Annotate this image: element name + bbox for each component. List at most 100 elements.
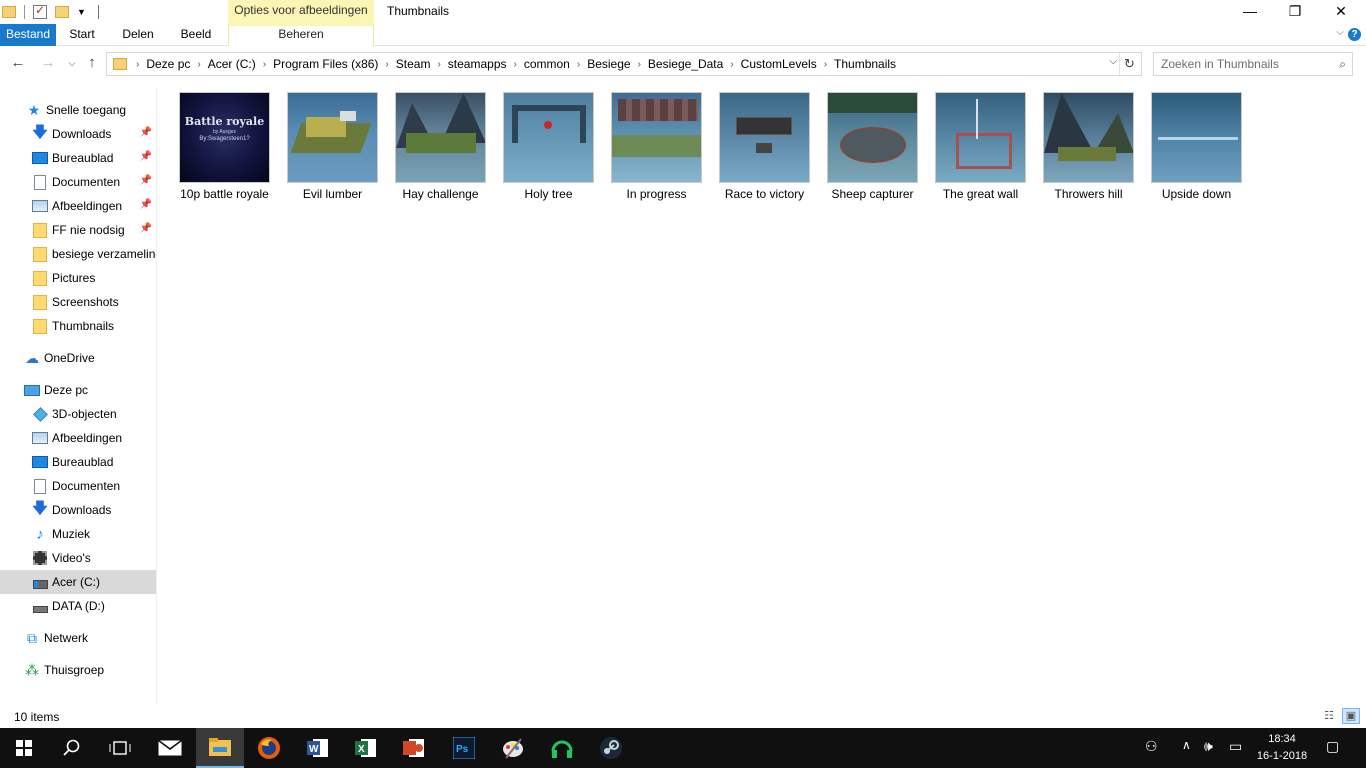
tab-view[interactable]: Beeld [174, 24, 218, 46]
nav-item[interactable]: 🡇 Downloads [0, 498, 156, 522]
headphones-app-icon[interactable] [538, 728, 586, 768]
forward-arrow-icon[interactable]: → [38, 53, 58, 75]
breadcrumb-item[interactable]: Steam [394, 57, 433, 71]
nav-item[interactable]: Acer (C:) [0, 570, 156, 594]
chevron-up-icon[interactable]: ∧ [1182, 738, 1191, 752]
chevron-down-icon[interactable]: ⌵ [1109, 56, 1117, 67]
file-tile[interactable]: Throwers hill [1030, 90, 1138, 208]
steam-icon[interactable] [587, 728, 635, 768]
volume-icon[interactable]: 🕪 [1204, 738, 1213, 755]
thumbnail-image[interactable] [827, 92, 918, 183]
chevron-right-icon[interactable]: › [509, 59, 522, 70]
new-folder-icon[interactable] [55, 6, 69, 18]
file-tile[interactable]: In progress [598, 90, 706, 208]
nav-item[interactable]: Video's [0, 546, 156, 570]
search-icon[interactable]: ⌕ [1339, 57, 1346, 72]
chevron-right-icon[interactable]: › [131, 59, 144, 70]
maximize-button[interactable]: ❐ [1272, 0, 1318, 24]
pin-icon[interactable]: 📌 [140, 151, 152, 162]
nav-item[interactable]: Bureaublad [0, 450, 156, 474]
chevron-right-icon[interactable]: › [432, 59, 445, 70]
recent-locations-icon[interactable]: ⌵ [62, 53, 82, 75]
file-tile[interactable]: Holy tree [490, 90, 598, 208]
breadcrumb-item[interactable]: steamapps [446, 57, 509, 71]
breadcrumb-item[interactable]: Thumbnails [832, 57, 898, 71]
large-icons-view-icon[interactable]: ▣ [1342, 708, 1360, 724]
mail-icon[interactable] [146, 728, 194, 768]
search-icon[interactable] [48, 728, 96, 768]
nav-item[interactable]: Pictures [0, 266, 156, 290]
pin-icon[interactable]: 📌 [140, 199, 152, 210]
nav-item[interactable]: Thumbnails [0, 314, 156, 338]
start-button[interactable] [0, 728, 48, 768]
file-tile[interactable]: The great wall [922, 90, 1030, 208]
thumbnail-image[interactable] [503, 92, 594, 183]
thumbnail-image[interactable] [287, 92, 378, 183]
thumbnail-image[interactable] [1043, 92, 1134, 183]
nav-item[interactable]: FF nie nodsig 📌 [0, 218, 156, 242]
nav-quick-access[interactable]: ★ Snelle toegang [0, 98, 156, 122]
search-input[interactable] [1154, 53, 1324, 75]
file-tile[interactable]: Sheep capturer [814, 90, 922, 208]
thumbnail-image[interactable] [719, 92, 810, 183]
breadcrumb-item[interactable]: Deze pc [144, 57, 192, 71]
breadcrumb-item[interactable]: Besiege [585, 57, 632, 71]
chevron-right-icon[interactable]: › [819, 59, 832, 70]
chevron-right-icon[interactable]: › [258, 59, 271, 70]
pin-icon[interactable]: 📌 [140, 175, 152, 186]
tab-file[interactable]: Bestand [0, 24, 56, 46]
file-tile[interactable]: Upside down [1138, 90, 1246, 208]
thumbnail-image[interactable] [611, 92, 702, 183]
pin-icon[interactable]: 📌 [140, 127, 152, 138]
chevron-right-icon[interactable]: › [192, 59, 205, 70]
file-explorer-icon[interactable] [196, 728, 244, 768]
paint-icon[interactable] [489, 728, 537, 768]
photoshop-icon[interactable]: Ps [440, 728, 488, 768]
properties-icon[interactable] [33, 3, 47, 19]
firefox-icon[interactable] [245, 728, 293, 768]
nav-this-pc[interactable]: Deze pc [0, 378, 156, 402]
people-icon[interactable]: ⚇ [1145, 738, 1158, 755]
back-arrow-icon[interactable]: ← [8, 53, 28, 75]
thumbnail-image[interactable] [1151, 92, 1242, 183]
task-view-icon[interactable] [96, 728, 144, 768]
help-icon[interactable]: ? [1348, 28, 1361, 41]
file-tile[interactable]: Evil lumber [274, 90, 382, 208]
nav-onedrive[interactable]: ☁ OneDrive [0, 346, 156, 370]
nav-item[interactable]: Afbeeldingen [0, 426, 156, 450]
close-button[interactable]: ✕ [1318, 0, 1364, 24]
nav-item[interactable]: DATA (D:) [0, 594, 156, 618]
customize-toolbar-icon[interactable]: ▼ [77, 7, 86, 17]
action-center-icon[interactable]: ▢ [1326, 738, 1339, 755]
nav-item[interactable]: ♪ Muziek [0, 522, 156, 546]
breadcrumb-item[interactable]: Acer (C:) [206, 57, 258, 71]
thumbnail-image[interactable] [935, 92, 1026, 183]
chevron-right-icon[interactable]: › [572, 59, 585, 70]
thumbnail-image[interactable]: Battle royale by Ausgez By:Swagersteen1? [179, 92, 270, 183]
nav-item[interactable]: Documenten 📌 [0, 170, 156, 194]
network-icon[interactable]: ▭ [1229, 738, 1242, 755]
breadcrumb-item[interactable]: Besiege_Data [646, 57, 725, 71]
file-tile[interactable]: Hay challenge [382, 90, 490, 208]
nav-item[interactable]: Bureaublad 📌 [0, 146, 156, 170]
nav-network[interactable]: ⧉ Netwerk [0, 626, 156, 650]
powerpoint-icon[interactable] [390, 728, 438, 768]
word-icon[interactable]: W [294, 728, 342, 768]
tab-home[interactable]: Start [62, 24, 102, 46]
thumbnail-image[interactable] [395, 92, 486, 183]
clock[interactable]: 18:34 16-1-2018 [1253, 731, 1311, 765]
nav-item[interactable]: Documenten [0, 474, 156, 498]
address-bar[interactable]: › Deze pc › Acer (C:) › Program Files (x86) › S… [106, 52, 1142, 76]
refresh-icon[interactable]: ↻ [1119, 53, 1139, 75]
nav-item[interactable]: besiege verzameling [0, 242, 156, 266]
nav-item[interactable]: Screenshots [0, 290, 156, 314]
breadcrumb-item[interactable]: common [522, 57, 572, 71]
breadcrumb-item[interactable]: Program Files (x86) [271, 57, 380, 71]
file-tile[interactable]: Race to victory [706, 90, 814, 208]
tab-share[interactable]: Delen [115, 24, 161, 46]
nav-item[interactable]: 3D-objecten [0, 402, 156, 426]
tab-manage[interactable]: Beheren [228, 24, 374, 46]
minimize-button[interactable]: — [1227, 0, 1273, 24]
up-arrow-icon[interactable]: ↑ [82, 53, 102, 75]
excel-icon[interactable]: X [342, 728, 390, 768]
